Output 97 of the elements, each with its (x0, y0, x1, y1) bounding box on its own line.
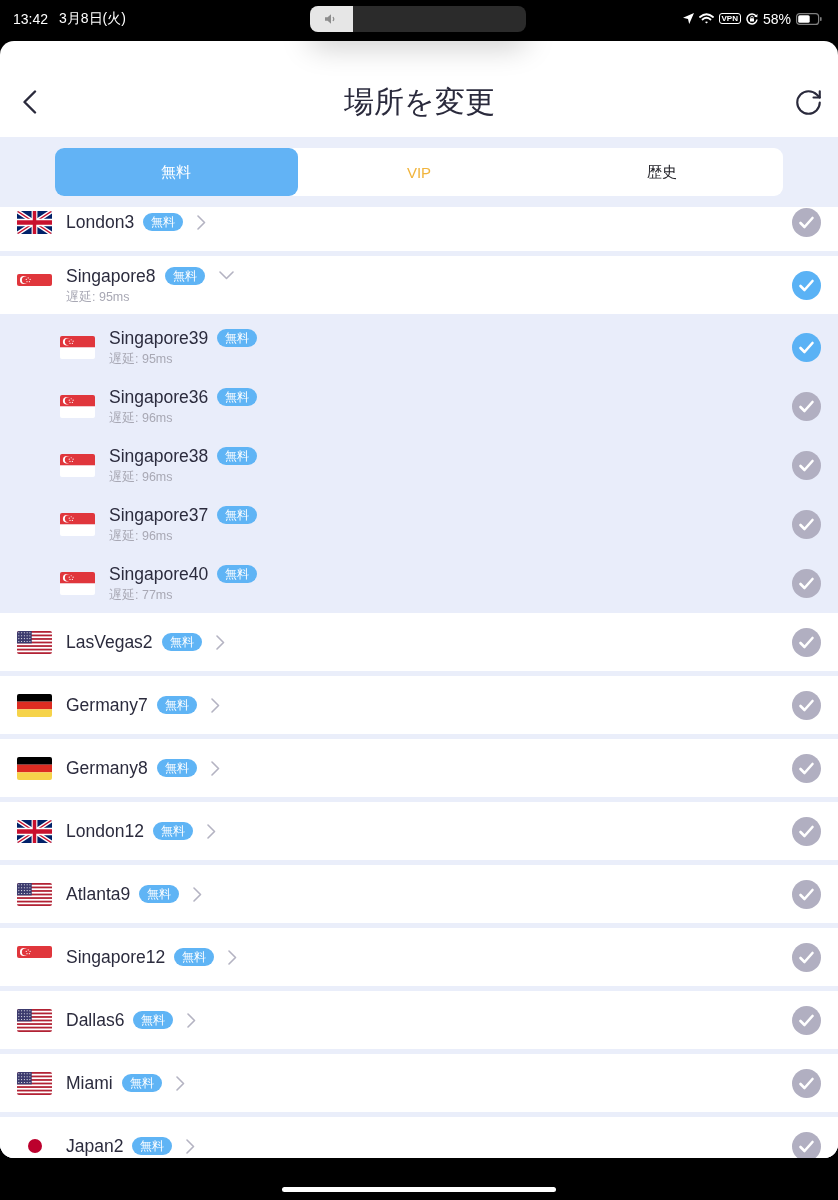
germany-flag-icon (17, 756, 52, 780)
server-name: Dallas6 (66, 1010, 125, 1030)
singapore-flag-icon (60, 395, 95, 418)
plan-badge: 無料 (217, 447, 258, 465)
server-row[interactable]: Singapore12 無料 (0, 928, 838, 986)
server-name: Singapore37 (109, 505, 209, 525)
server-row[interactable]: Germany8 無料 (0, 739, 838, 797)
latency-text: 遅延: 95ms (66, 289, 131, 305)
battery-percent: 58% (762, 10, 791, 27)
server-name: London12 (66, 821, 144, 841)
refresh-icon (796, 89, 821, 115)
latency-text: 遅延: 96ms (109, 470, 174, 485)
tab[interactable]: 歴史 (540, 148, 783, 196)
server-row[interactable]: London3 無料 (0, 207, 838, 251)
plan-badge: 無料 (174, 948, 215, 966)
server-name: Miami (66, 1073, 113, 1093)
checkmark-icon[interactable] (792, 1005, 821, 1035)
us-flag-icon (17, 1071, 52, 1095)
server-name: Singapore36 (109, 387, 209, 407)
plan-badge: 無料 (132, 1137, 173, 1155)
server-name: LasVegas2 (66, 632, 153, 652)
uk-flag-icon (17, 210, 52, 234)
checkmark-icon[interactable] (792, 627, 821, 657)
server-name: Germany7 (66, 695, 148, 715)
wifi-icon (698, 13, 714, 24)
battery-icon (796, 12, 822, 25)
plan-badge: 無料 (156, 759, 197, 777)
checkmark-icon[interactable] (792, 569, 821, 598)
server-row[interactable]: Atlanta9 無料 (0, 865, 838, 923)
server-name: London3 (66, 212, 135, 232)
checkmark-icon[interactable] (792, 392, 821, 421)
server-row[interactable]: Singapore8 無料 遅延: 95ms (0, 256, 838, 314)
us-flag-icon (17, 1008, 52, 1032)
latency-text: 遅延: 95ms (109, 352, 174, 367)
checkmark-icon[interactable] (792, 816, 821, 846)
uk-flag-icon (17, 819, 52, 843)
plan-badge: 無料 (139, 885, 180, 903)
germany-flag-icon (17, 693, 52, 717)
server-name: Singapore39 (109, 328, 209, 348)
orientation-lock-icon (745, 12, 758, 25)
volume-slider[interactable] (309, 5, 526, 32)
server-row[interactable]: LasVegas2 無料 (0, 613, 838, 671)
checkmark-icon[interactable] (792, 690, 821, 720)
refresh-button[interactable] (796, 89, 821, 115)
latency-text: 遅延: 77ms (109, 588, 174, 603)
server-row[interactable]: Miami 無料 (0, 1054, 838, 1112)
us-flag-icon (17, 882, 52, 906)
server-row[interactable]: Dallas6 無料 (0, 991, 838, 1049)
server-name: Singapore40 (109, 564, 209, 584)
singapore-flag-icon (60, 513, 95, 536)
singapore-flag-icon (60, 336, 95, 359)
us-flag-icon (17, 630, 52, 654)
checkmark-icon[interactable] (792, 207, 821, 237)
back-icon (22, 90, 37, 114)
plan-badge: 無料 (143, 213, 184, 231)
plan-badge: 無料 (156, 696, 197, 714)
singapore-flag-icon (17, 273, 52, 286)
location-arrow-icon (682, 13, 694, 24)
status-time: 13:42 (13, 10, 49, 27)
singapore-flag-icon (60, 572, 95, 595)
server-row[interactable]: Japan2 無料 (0, 1117, 838, 1158)
plan-badge: 無料 (121, 1074, 162, 1092)
checkmark-icon[interactable] (792, 451, 821, 480)
status-date: 3月8日(火) (59, 9, 126, 28)
server-name: Atlanta9 (66, 884, 131, 904)
plan-badge: 無料 (161, 633, 202, 651)
singapore-flag-icon (60, 454, 95, 477)
server-row[interactable]: London12 無料 (0, 802, 838, 860)
japan-flag-icon (27, 1139, 42, 1153)
server-name: Singapore38 (109, 446, 209, 466)
page-title: 場所を変更 (343, 83, 495, 120)
checkmark-icon[interactable] (792, 879, 821, 909)
latency-text: 遅延: 96ms (109, 411, 174, 426)
checkmark-icon[interactable] (792, 270, 821, 300)
plan-badge: 無料 (152, 822, 193, 840)
plan-badge: 無料 (133, 1011, 174, 1029)
plan-badge: 無料 (217, 506, 258, 524)
server-name: Singapore8 (66, 265, 156, 286)
checkmark-icon[interactable] (792, 942, 821, 972)
latency-text: 遅延: 96ms (109, 529, 174, 544)
checkmark-icon[interactable] (792, 1131, 821, 1158)
speaker-icon (324, 13, 337, 24)
checkmark-icon[interactable] (792, 1068, 821, 1098)
plan-badge: 無料 (217, 329, 258, 347)
server-name: Singapore12 (66, 947, 166, 967)
checkmark-icon[interactable] (792, 753, 821, 783)
plan-badge: 無料 (217, 388, 258, 406)
server-name: Japan2 (66, 1136, 124, 1156)
plan-badge: 無料 (164, 266, 205, 285)
plan-badge: 無料 (217, 565, 258, 583)
server-name: Germany8 (66, 758, 148, 778)
back-button[interactable] (22, 90, 37, 114)
server-row[interactable]: Germany7 無料 (0, 676, 838, 734)
singapore-flag-icon (17, 945, 52, 958)
vpn-badge: VPN (718, 13, 741, 24)
checkmark-icon[interactable] (792, 510, 821, 539)
checkmark-icon[interactable] (792, 333, 821, 362)
